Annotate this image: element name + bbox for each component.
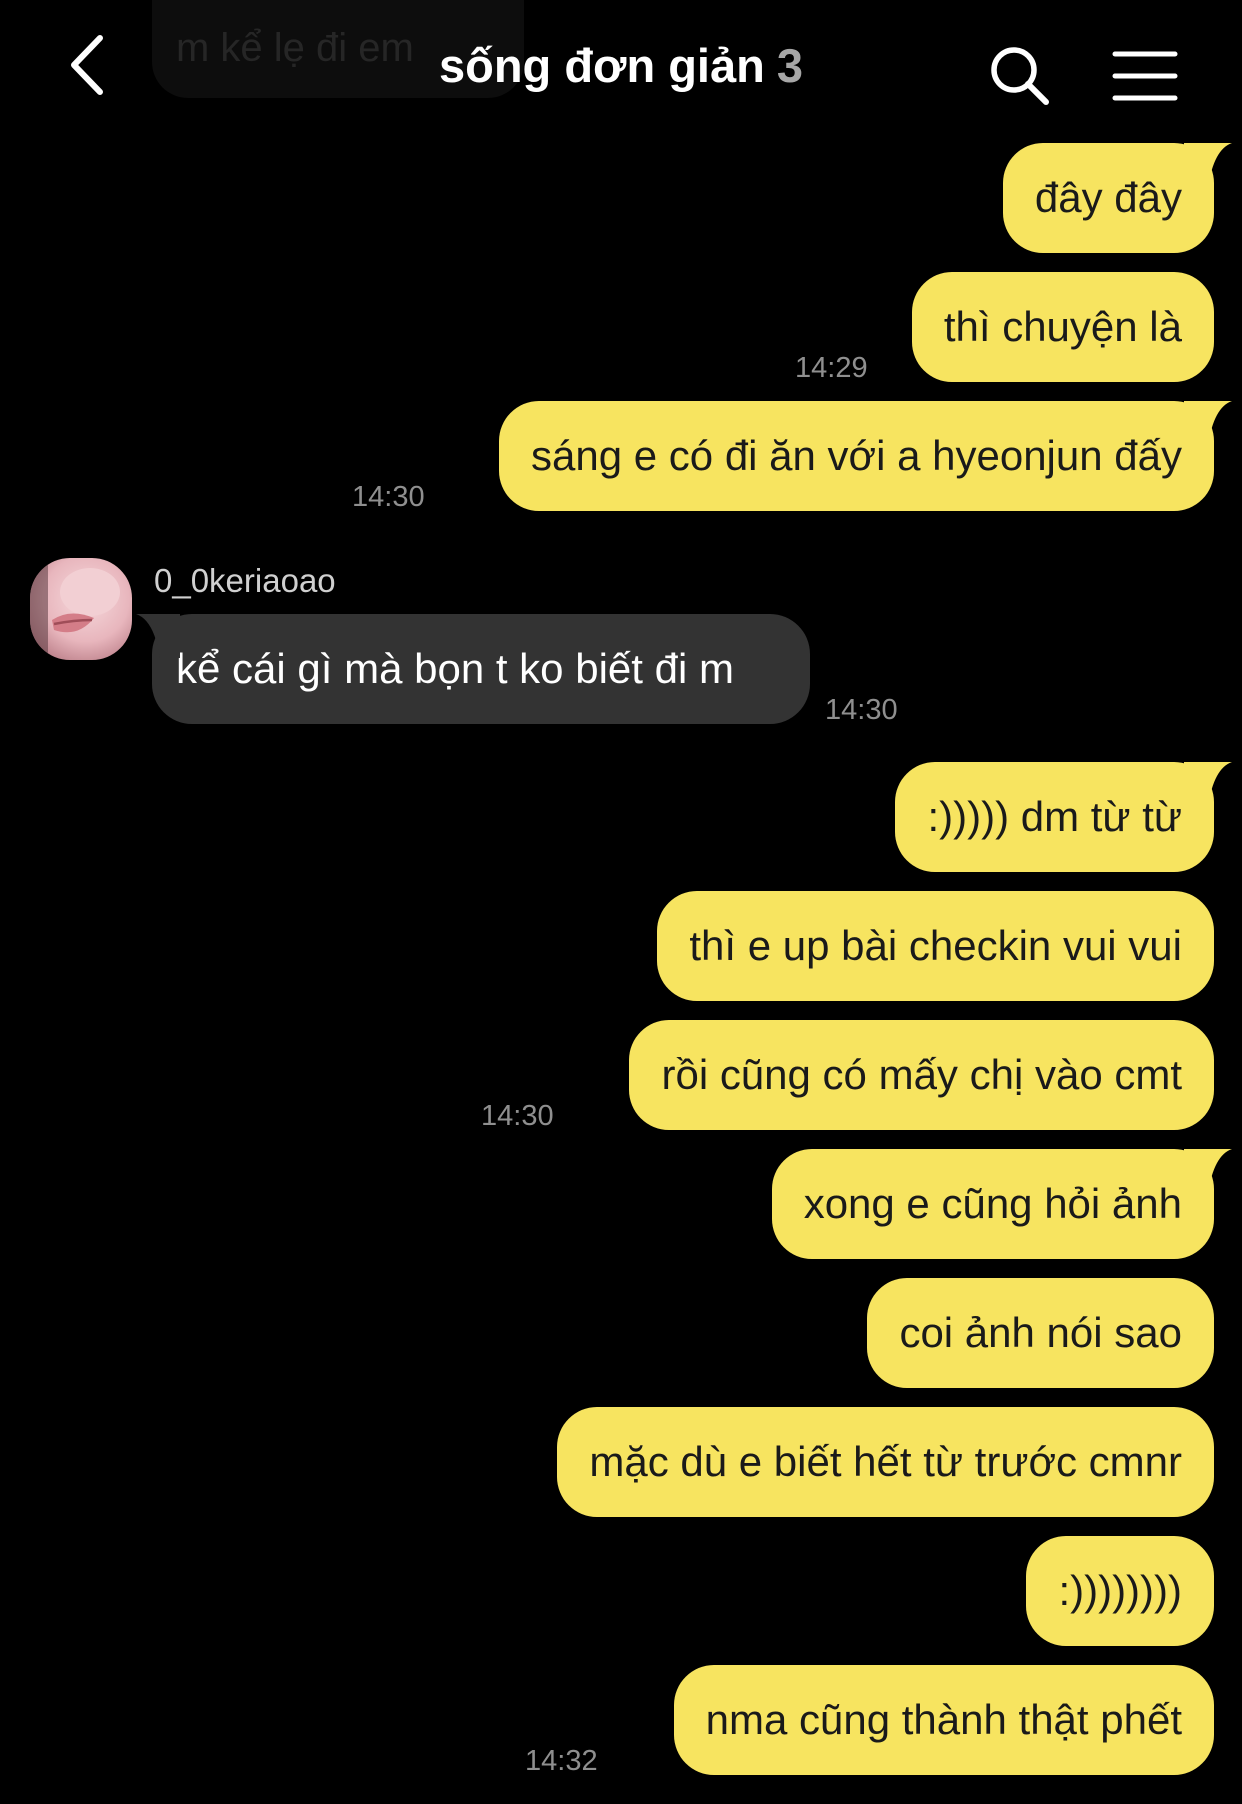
outgoing-message-bubble[interactable]: thì e up bài checkin vui vui [657,891,1214,1001]
message-text: đây đây [1034,174,1182,221]
outgoing-message-bubble[interactable]: rồi cũng có mấy chị vào cmt [629,1020,1214,1130]
message-text: :)))))))) [1058,1567,1182,1614]
outgoing-message-bubble[interactable]: :))))) dm từ từ [895,762,1232,872]
message-text: sáng e có đi ăn với a hyeonjun đấy [531,432,1182,479]
message-timestamp: 14:30 [352,481,425,513]
bubble-tail [1184,401,1232,445]
message-text: rồi cũng có mấy chị vào cmt [661,1051,1182,1098]
chat-name: sống đơn giản [439,39,765,92]
message-timestamp: 14:30 [825,694,898,726]
outgoing-message-bubble[interactable]: :)))))))) [1026,1536,1214,1646]
outgoing-message-bubble[interactable]: thì chuyện là [911,272,1214,382]
message-text: thì e up bài checkin vui vui [689,922,1182,969]
chat-title: sống đơn giản 3 [0,38,1242,93]
message-text: coi ảnh nói sao [899,1309,1182,1356]
incoming-message-bubble[interactable]: kể cái gì mà bọn t ko biết đi m [136,614,810,724]
outgoing-message-bubble[interactable]: xong e cũng hỏi ảnh [771,1149,1232,1259]
bubble-tail [1184,1149,1232,1193]
outgoing-message-bubble[interactable]: sáng e có đi ăn với a hyeonjun đấy [499,401,1232,511]
message-text: thì chuyện là [943,303,1182,350]
sender-name: 0_0keriaoao [154,562,336,599]
message-timestamp: 14:29 [795,352,868,384]
message-text: nma cũng thành thật phết [705,1696,1182,1743]
message-text: mặc dù e biết hết từ trước cmnr [589,1438,1182,1485]
message-timestamp: 14:32 [525,1745,598,1777]
outgoing-message-bubble[interactable]: coi ảnh nói sao [867,1278,1214,1388]
search-button[interactable] [988,44,1052,108]
member-count: 3 [776,39,803,92]
bubble-tail [1184,143,1232,187]
message-text: kể cái gì mà bọn t ko biết đi m [176,645,734,692]
outgoing-message-bubble[interactable]: nma cũng thành thật phết [673,1665,1214,1775]
outgoing-message-bubble[interactable]: mặc dù e biết hết từ trước cmnr [557,1407,1214,1517]
message-text: :))))) dm từ từ [927,793,1182,840]
chat-header: m kể lẹ đi em sống đơn giản 3 [0,0,1242,130]
outgoing-message-bubble[interactable]: đây đây [1002,143,1232,253]
message-timestamp: 14:30 [481,1100,554,1132]
search-icon [991,47,1049,105]
menu-button[interactable] [1112,50,1178,102]
avatar-image [30,558,132,660]
message-text: xong e cũng hỏi ảnh [803,1180,1182,1227]
bubble-tail [1184,762,1232,806]
bubble-tail [136,614,180,658]
sender-avatar[interactable] [30,558,132,660]
hamburger-menu-icon [1112,51,1178,101]
